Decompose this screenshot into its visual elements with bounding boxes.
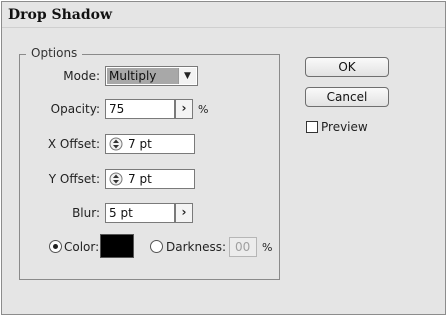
cancel-button[interactable]: Cancel bbox=[305, 87, 389, 107]
arrow-right-icon: › bbox=[181, 205, 187, 219]
y-offset-input[interactable]: 7 pt bbox=[105, 169, 195, 189]
spinner-icon[interactable] bbox=[109, 136, 123, 152]
y-offset-label: Y Offset: bbox=[48, 172, 100, 186]
preview-checkbox[interactable] bbox=[306, 121, 318, 133]
mode-select[interactable]: Multiply ▼ bbox=[105, 66, 198, 86]
blur-input[interactable]: 5 pt bbox=[105, 203, 175, 223]
x-offset-input[interactable]: 7 pt bbox=[105, 134, 195, 154]
darkness-radio[interactable] bbox=[150, 240, 163, 253]
dialog-title: Drop Shadow bbox=[8, 7, 113, 23]
color-label: Color: bbox=[64, 240, 100, 254]
options-legend: Options bbox=[26, 46, 83, 60]
x-offset-label: X Offset: bbox=[47, 137, 100, 151]
mode-label: Mode: bbox=[63, 69, 100, 83]
drop-shadow-dialog: Drop Shadow Options Mode: Multiply ▼ Opa… bbox=[1, 1, 446, 315]
mode-select-value: Multiply bbox=[107, 68, 178, 84]
arrow-right-icon: › bbox=[181, 101, 187, 115]
chevron-down-icon: ▼ bbox=[178, 68, 196, 84]
spinner-icon[interactable] bbox=[109, 171, 123, 187]
preview-label: Preview bbox=[321, 120, 368, 134]
opacity-unit: % bbox=[198, 103, 209, 116]
x-offset-value: 7 pt bbox=[128, 137, 152, 151]
ok-button[interactable]: OK bbox=[305, 57, 389, 77]
title-bar: Drop Shadow bbox=[2, 2, 445, 28]
y-offset-value: 7 pt bbox=[128, 172, 152, 186]
darkness-unit: % bbox=[262, 241, 273, 254]
color-radio[interactable] bbox=[49, 240, 62, 253]
blur-slider-button[interactable]: › bbox=[175, 203, 193, 223]
radio-selected-dot bbox=[53, 244, 58, 249]
opacity-input[interactable]: 75 bbox=[105, 99, 175, 119]
opacity-label: Opacity: bbox=[50, 102, 100, 116]
blur-label: Blur: bbox=[72, 206, 100, 220]
darkness-input[interactable]: 00 bbox=[229, 237, 257, 257]
opacity-slider-button[interactable]: › bbox=[175, 99, 193, 119]
color-swatch[interactable] bbox=[100, 234, 134, 258]
darkness-label: Darkness: bbox=[166, 240, 227, 254]
